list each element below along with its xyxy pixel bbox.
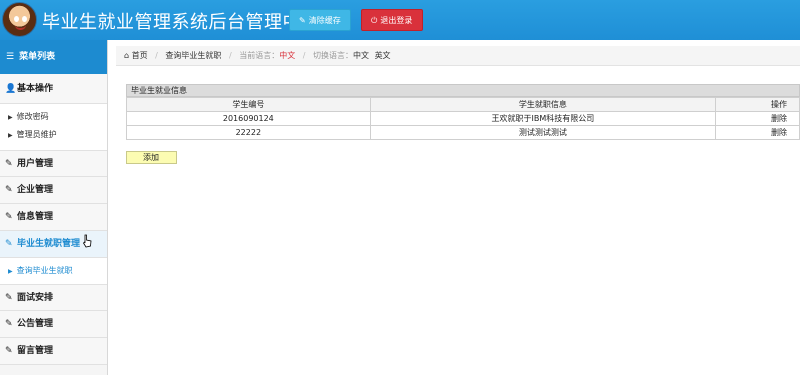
top-header: 毕业生就业管理系统后台管理中心 ✎ 清除缓存 ⏻ 退出登录 [0,0,800,40]
caret-right-icon: ▶ [8,114,13,121]
user-icon: 👤 [5,84,17,94]
sidebar-item-admin-maintain[interactable]: ▶ 管理员维护 [0,126,107,144]
cell-job-info: 测试测试测试 [369,125,717,140]
sidebar-item-label: 管理员维护 [16,130,57,139]
column-header-action: 操作 [715,97,800,112]
list-icon: ☰ [6,52,15,62]
avatar [2,2,37,37]
sidebar-header: ☰ 菜单列表 [0,40,107,74]
graduate-job-panel: 毕业生就业信息 学生编号 学生就职信息 操作 2016090124 王欢就职于I… [126,84,800,140]
edit-icon: ✎ [5,185,13,195]
caret-right-icon: ▶ [8,268,13,275]
sidebar-group-label: 毕业生就职管理 [17,239,81,249]
sidebar-group-users[interactable]: ✎ 用户管理 [0,150,107,177]
sidebar-group-label: 用户管理 [17,159,54,169]
table-header-row: 学生编号 学生就职信息 操作 [126,97,800,112]
panel-title: 毕业生就业信息 [126,84,800,97]
edit-icon: ✎ [5,346,13,356]
current-language-label: 当前语言： [239,51,280,60]
sidebar-item-label: 查询毕业生就职 [16,266,73,275]
cell-student-id: 2016090124 [126,111,371,126]
breadcrumb: ⌂ 首页 / 查询毕业生就职 / 当前语言：中文 / 切换语言：中文 英文 [116,46,800,66]
sidebar-group-label: 面试安排 [17,293,54,303]
switch-language-english[interactable]: 英文 [375,51,391,60]
clear-cache-button[interactable]: ✎ 清除缓存 [289,9,351,31]
column-header-student-id: 学生编号 [126,97,371,112]
sidebar-title: 菜单列表 [19,52,56,62]
sidebar-group-messages[interactable]: ✎ 留言管理 [0,338,107,365]
breadcrumb-current[interactable]: 查询毕业生就职 [165,51,221,60]
delete-link[interactable]: 删除 [715,111,800,126]
app-title: 毕业生就业管理系统后台管理中心 [42,12,320,33]
sidebar-group-companies[interactable]: ✎ 企业管理 [0,177,107,204]
sidebar-group-announcements[interactable]: ✎ 公告管理 [0,311,107,338]
column-header-job-info: 学生就职信息 [369,97,717,112]
logout-button[interactable]: ⏻ 退出登录 [361,9,423,31]
delete-link[interactable]: 删除 [715,125,800,140]
sidebar-group-label: 信息管理 [17,212,54,222]
sidebar-item-label: 修改密码 [16,112,49,121]
sidebar-group-label: 基本操作 [17,84,54,94]
edit-icon: ✎ [5,239,13,249]
power-icon: ⏻ [371,16,378,25]
edit-icon: ✎ [5,319,13,329]
sidebar-group-label: 企业管理 [17,185,54,195]
current-language-value: 中文 [279,51,296,60]
logout-label: 退出登录 [380,16,413,25]
sidebar-group-label: 公告管理 [17,319,54,329]
sidebar: ☰ 菜单列表 👤基本操作 ▶ 修改密码 ▶ 管理员维护 ✎ 用户管理 ✎ 企业管理 ✎ 信息… [0,40,108,375]
edit-icon: ✎ [5,293,13,303]
sidebar-group-interviews[interactable]: ✎ 面试安排 [0,284,107,311]
cell-student-id: 22222 [126,125,371,140]
sidebar-group-info[interactable]: ✎ 信息管理 [0,204,107,231]
add-button[interactable]: 添加 [126,151,177,164]
clear-cache-label: 清除缓存 [308,16,341,25]
table-row: 2016090124 王欢就职于IBM科技有限公司 删除 [126,111,800,126]
caret-right-icon: ▶ [8,132,13,139]
edit-icon: ✎ [5,159,13,169]
hand-cursor-icon [82,234,92,248]
home-icon: ⌂ [124,51,130,60]
breadcrumb-home-link[interactable]: 首页 [132,51,148,60]
cell-job-info: 王欢就职于IBM科技有限公司 [369,111,717,126]
graduate-job-table: 学生编号 学生就职信息 操作 2016090124 王欢就职于IBM科技有限公司… [126,97,800,140]
sidebar-group-label: 留言管理 [17,346,54,356]
table-row: 22222 测试测试测试 删除 [126,125,800,140]
sidebar-item-change-password[interactable]: ▶ 修改密码 [0,108,107,126]
edit-icon: ✎ [5,212,13,222]
switch-language-label: 切换语言： [313,51,354,60]
sidebar-item-query-graduate-jobs[interactable]: ▶ 查询毕业生就职 [0,258,107,284]
sidebar-group-basic[interactable]: 👤基本操作 [0,74,107,104]
switch-language-chinese[interactable]: 中文 [353,51,369,60]
wrench-icon: ✎ [299,16,306,25]
